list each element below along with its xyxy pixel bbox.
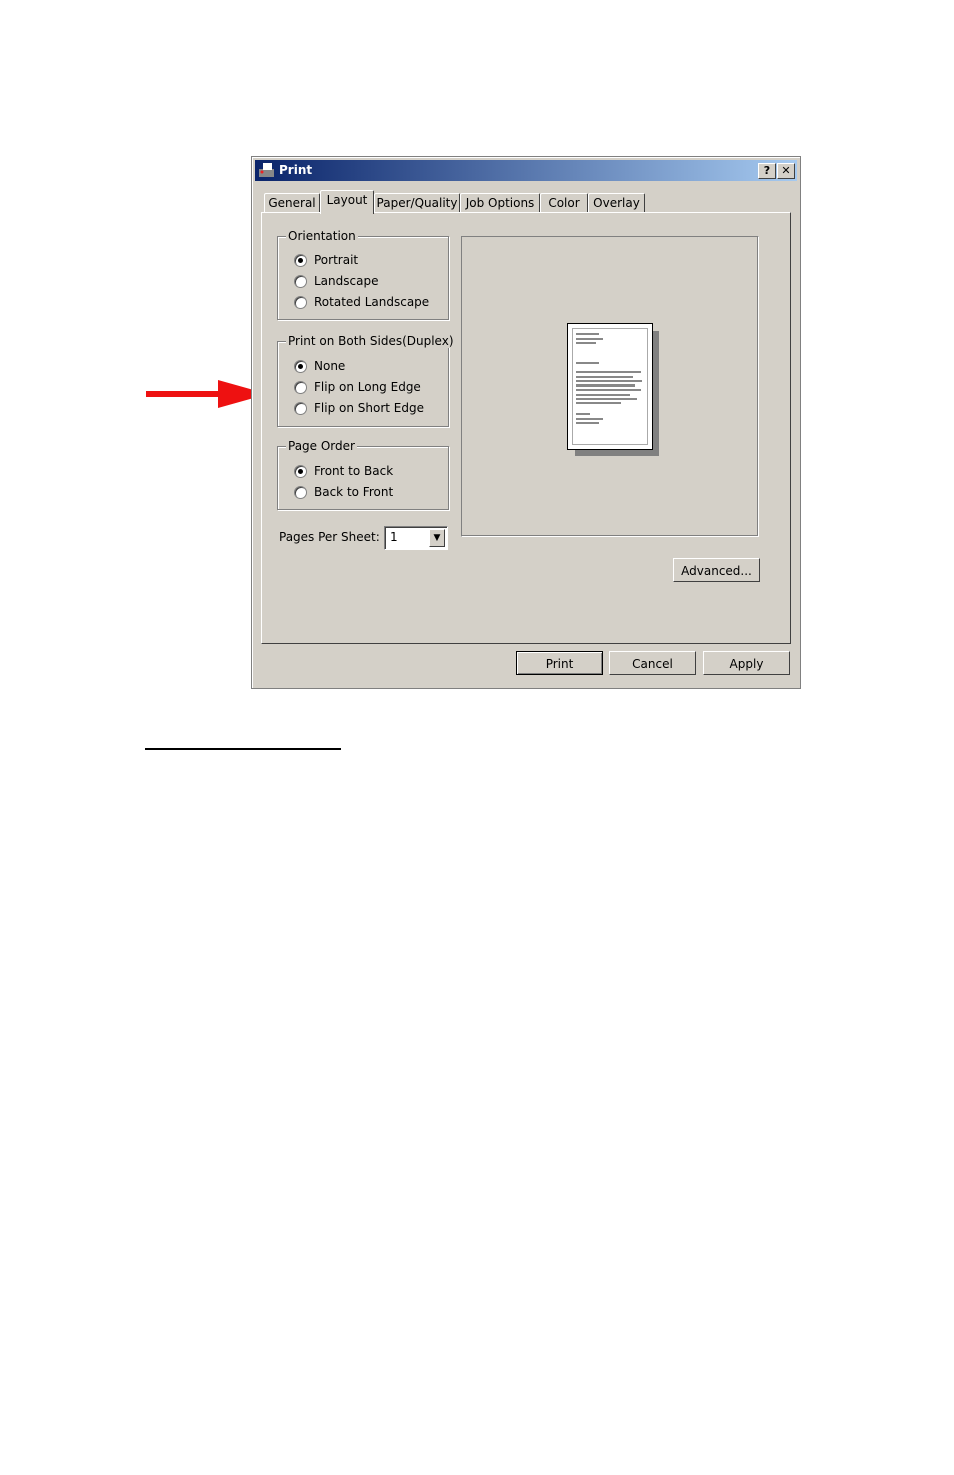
landscape-label: Landscape [314,274,379,288]
chevron-down-icon[interactable]: ▼ [429,529,445,547]
page-preview-icon [567,323,653,450]
tab-color[interactable]: Color [540,193,588,213]
orientation-group: Orientation Portrait Landscape Rotated L… [277,229,449,320]
tab-general[interactable]: General [264,193,320,213]
flip-long-edge-radio[interactable] [294,381,307,394]
tab-layout[interactable]: Layout [320,190,374,214]
tab-job-options[interactable]: Job Options [460,193,540,213]
pages-per-sheet-value: 1 [390,530,398,544]
print-button[interactable]: Print [516,651,603,675]
page-order-group: Page Order Front to Back Back to Front [277,439,449,510]
tab-paper-quality[interactable]: Paper/Quality [374,193,460,213]
apply-button[interactable]: Apply [703,651,790,675]
portrait-label: Portrait [314,253,359,267]
front-to-back-label: Front to Back [314,464,394,478]
flip-short-edge-label: Flip on Short Edge [314,401,424,415]
divider-line [145,748,341,750]
page-order-label: Page Order [286,439,357,453]
flip-short-edge-radio[interactable] [294,402,307,415]
advanced-button[interactable]: Advanced... [673,558,760,582]
window-title: Print [279,163,313,177]
back-to-front-radio[interactable] [294,486,307,499]
orientation-label: Orientation [286,229,358,243]
printer-icon [259,163,274,177]
close-button[interactable]: ✕ [777,163,795,179]
portrait-radio[interactable] [294,254,307,267]
rotated-landscape-label: Rotated Landscape [314,295,430,309]
tab-overlay[interactable]: Overlay [588,193,645,213]
pages-per-sheet-select[interactable]: 1 ▼ [384,526,448,550]
layout-tab-panel: Orientation Portrait Landscape Rotated L… [261,212,791,644]
back-to-front-label: Back to Front [314,485,394,499]
duplex-label: Print on Both Sides(Duplex) [286,334,456,348]
help-button[interactable]: ? [758,163,776,179]
front-to-back-radio[interactable] [294,465,307,478]
flip-long-edge-label: Flip on Long Edge [314,380,421,394]
preview-pane [461,236,759,537]
none-radio[interactable] [294,360,307,373]
none-label: None [314,359,346,373]
title-bar[interactable]: Print ? ✕ [255,160,797,181]
print-dialog: Print ? ✕ General Layout Paper/Quality J… [251,156,801,689]
cancel-button[interactable]: Cancel [609,651,696,675]
pages-per-sheet-label: Pages Per Sheet: [279,530,380,544]
landscape-radio[interactable] [294,275,307,288]
duplex-group: Print on Both Sides(Duplex) None Flip on… [277,334,456,427]
rotated-landscape-radio[interactable] [294,296,307,309]
